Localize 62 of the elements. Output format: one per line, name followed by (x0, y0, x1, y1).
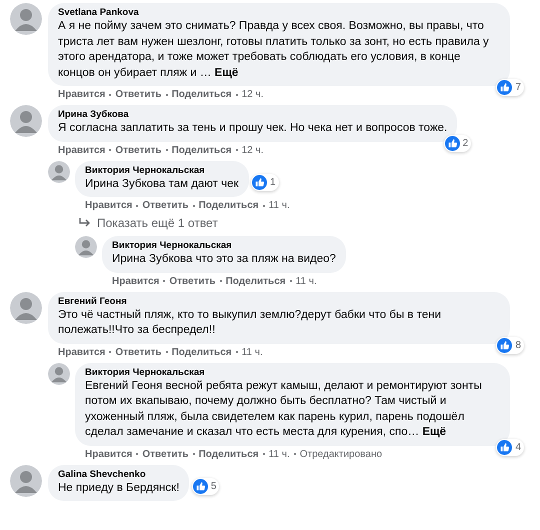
timestamp[interactable]: 12 ч. (242, 144, 264, 156)
comment-text: А я не пойму зачем это снимать? Правда у всех своя. Возможно, вы правы, что триста лет вам нужен шезлонг, готовы платить только за зонт, но есть правила у этого арендатора, и тоже может требовать соблюдать его условия, в конце концов он убирает пляж и … Ещё (58, 19, 490, 80)
avatar[interactable] (48, 362, 70, 384)
comment-text: Не приеду в Бердянск! (58, 480, 180, 496)
action-link[interactable]: Нравится (58, 144, 106, 156)
action-link[interactable]: Поделиться (172, 346, 232, 358)
action-link[interactable]: Нравится (58, 346, 106, 358)
like-icon (444, 136, 460, 150)
action-link[interactable]: Поделиться (226, 276, 286, 286)
action-link[interactable]: Ответить (142, 448, 189, 460)
author-name[interactable]: Galina Shevchenko (58, 468, 180, 480)
reaction-count[interactable]: 7 (496, 79, 524, 96)
avatar[interactable] (48, 160, 70, 182)
comment-text: Это чё частный пляж, кто то выкупил землю?дерут бабки что бы в тени полежать!!Что за беспредел!! (58, 308, 442, 338)
avatar[interactable] (10, 292, 42, 324)
action-link[interactable]: Поделиться (198, 448, 259, 460)
timestamp[interactable]: 11 ч. (296, 276, 317, 286)
avatar[interactable] (75, 236, 97, 258)
author-name[interactable]: Виктория Чернокальская (112, 240, 336, 251)
action-link[interactable]: Нравится (85, 200, 132, 211)
like-icon (192, 479, 208, 494)
timestamp[interactable]: 11 ч. (268, 448, 290, 460)
reaction-count[interactable]: 1 (251, 174, 279, 191)
reaction-count[interactable]: 5 (192, 478, 220, 495)
action-link[interactable]: Нравится (85, 448, 132, 460)
reaction-count[interactable]: 8 (496, 336, 524, 354)
reply-arrow-icon (79, 218, 91, 228)
action-link[interactable]: Поделиться (172, 144, 232, 156)
edited-label: Отредактировано (300, 448, 382, 460)
reaction-count[interactable]: 4 (496, 438, 524, 456)
action-link[interactable]: Нравится (112, 276, 160, 286)
action-link[interactable]: Поделиться (172, 89, 232, 100)
reaction-count[interactable]: 2 (444, 134, 472, 152)
author-name[interactable]: Ирина Зубкова (58, 109, 448, 120)
author-name[interactable]: Виктория Чернокальская (85, 164, 239, 176)
comment-text: Ирина Зубкова там дают чек (85, 176, 239, 192)
like-icon (497, 440, 512, 454)
comment-text: Ирина Зубкова что это за пляж на видео? (112, 252, 336, 267)
show-more-replies-link[interactable]: Показать ещё 1 ответ (79, 216, 510, 230)
like-icon (497, 338, 512, 352)
see-more-link[interactable]: Ещё (422, 426, 446, 438)
comment-text: Евгений Геоня весной ребята режут камыш, делают и ремонтируют зонты потом их вкапываю, почему должно быть бесплатно? Там чистый и ухоженный пляж, была свидетелем как парень курил, парень подошёл сделал замечание и сказал что есть места для курения, спо… Ещё (85, 378, 483, 440)
action-link[interactable]: Поделиться (198, 200, 259, 211)
timestamp[interactable]: 11 ч. (242, 346, 263, 358)
action-link[interactable]: Ответить (115, 346, 162, 358)
author-name[interactable]: Евгений Геоня (58, 296, 500, 306)
author-name[interactable]: Svetlana Pankova (58, 7, 500, 18)
author-name[interactable]: Виктория Чернокальская (85, 366, 500, 378)
action-link[interactable]: Ответить (115, 144, 162, 156)
avatar[interactable] (10, 105, 42, 137)
see-more-link[interactable]: Ещё (214, 66, 238, 78)
timestamp[interactable]: 12 ч. (242, 89, 264, 100)
timestamp[interactable]: 11 ч. (268, 200, 290, 211)
avatar[interactable] (10, 3, 42, 35)
action-link[interactable]: Ответить (169, 276, 216, 286)
like-icon (497, 80, 512, 95)
avatar[interactable] (10, 464, 42, 496)
action-link[interactable]: Нравится (58, 89, 106, 100)
comment-text: Я согласна заплатить за тень и прошу чек. Но чека нет и вопросов тоже. (58, 121, 448, 136)
action-link[interactable]: Ответить (115, 89, 162, 100)
like-icon (252, 175, 267, 190)
action-link[interactable]: Ответить (142, 200, 189, 211)
